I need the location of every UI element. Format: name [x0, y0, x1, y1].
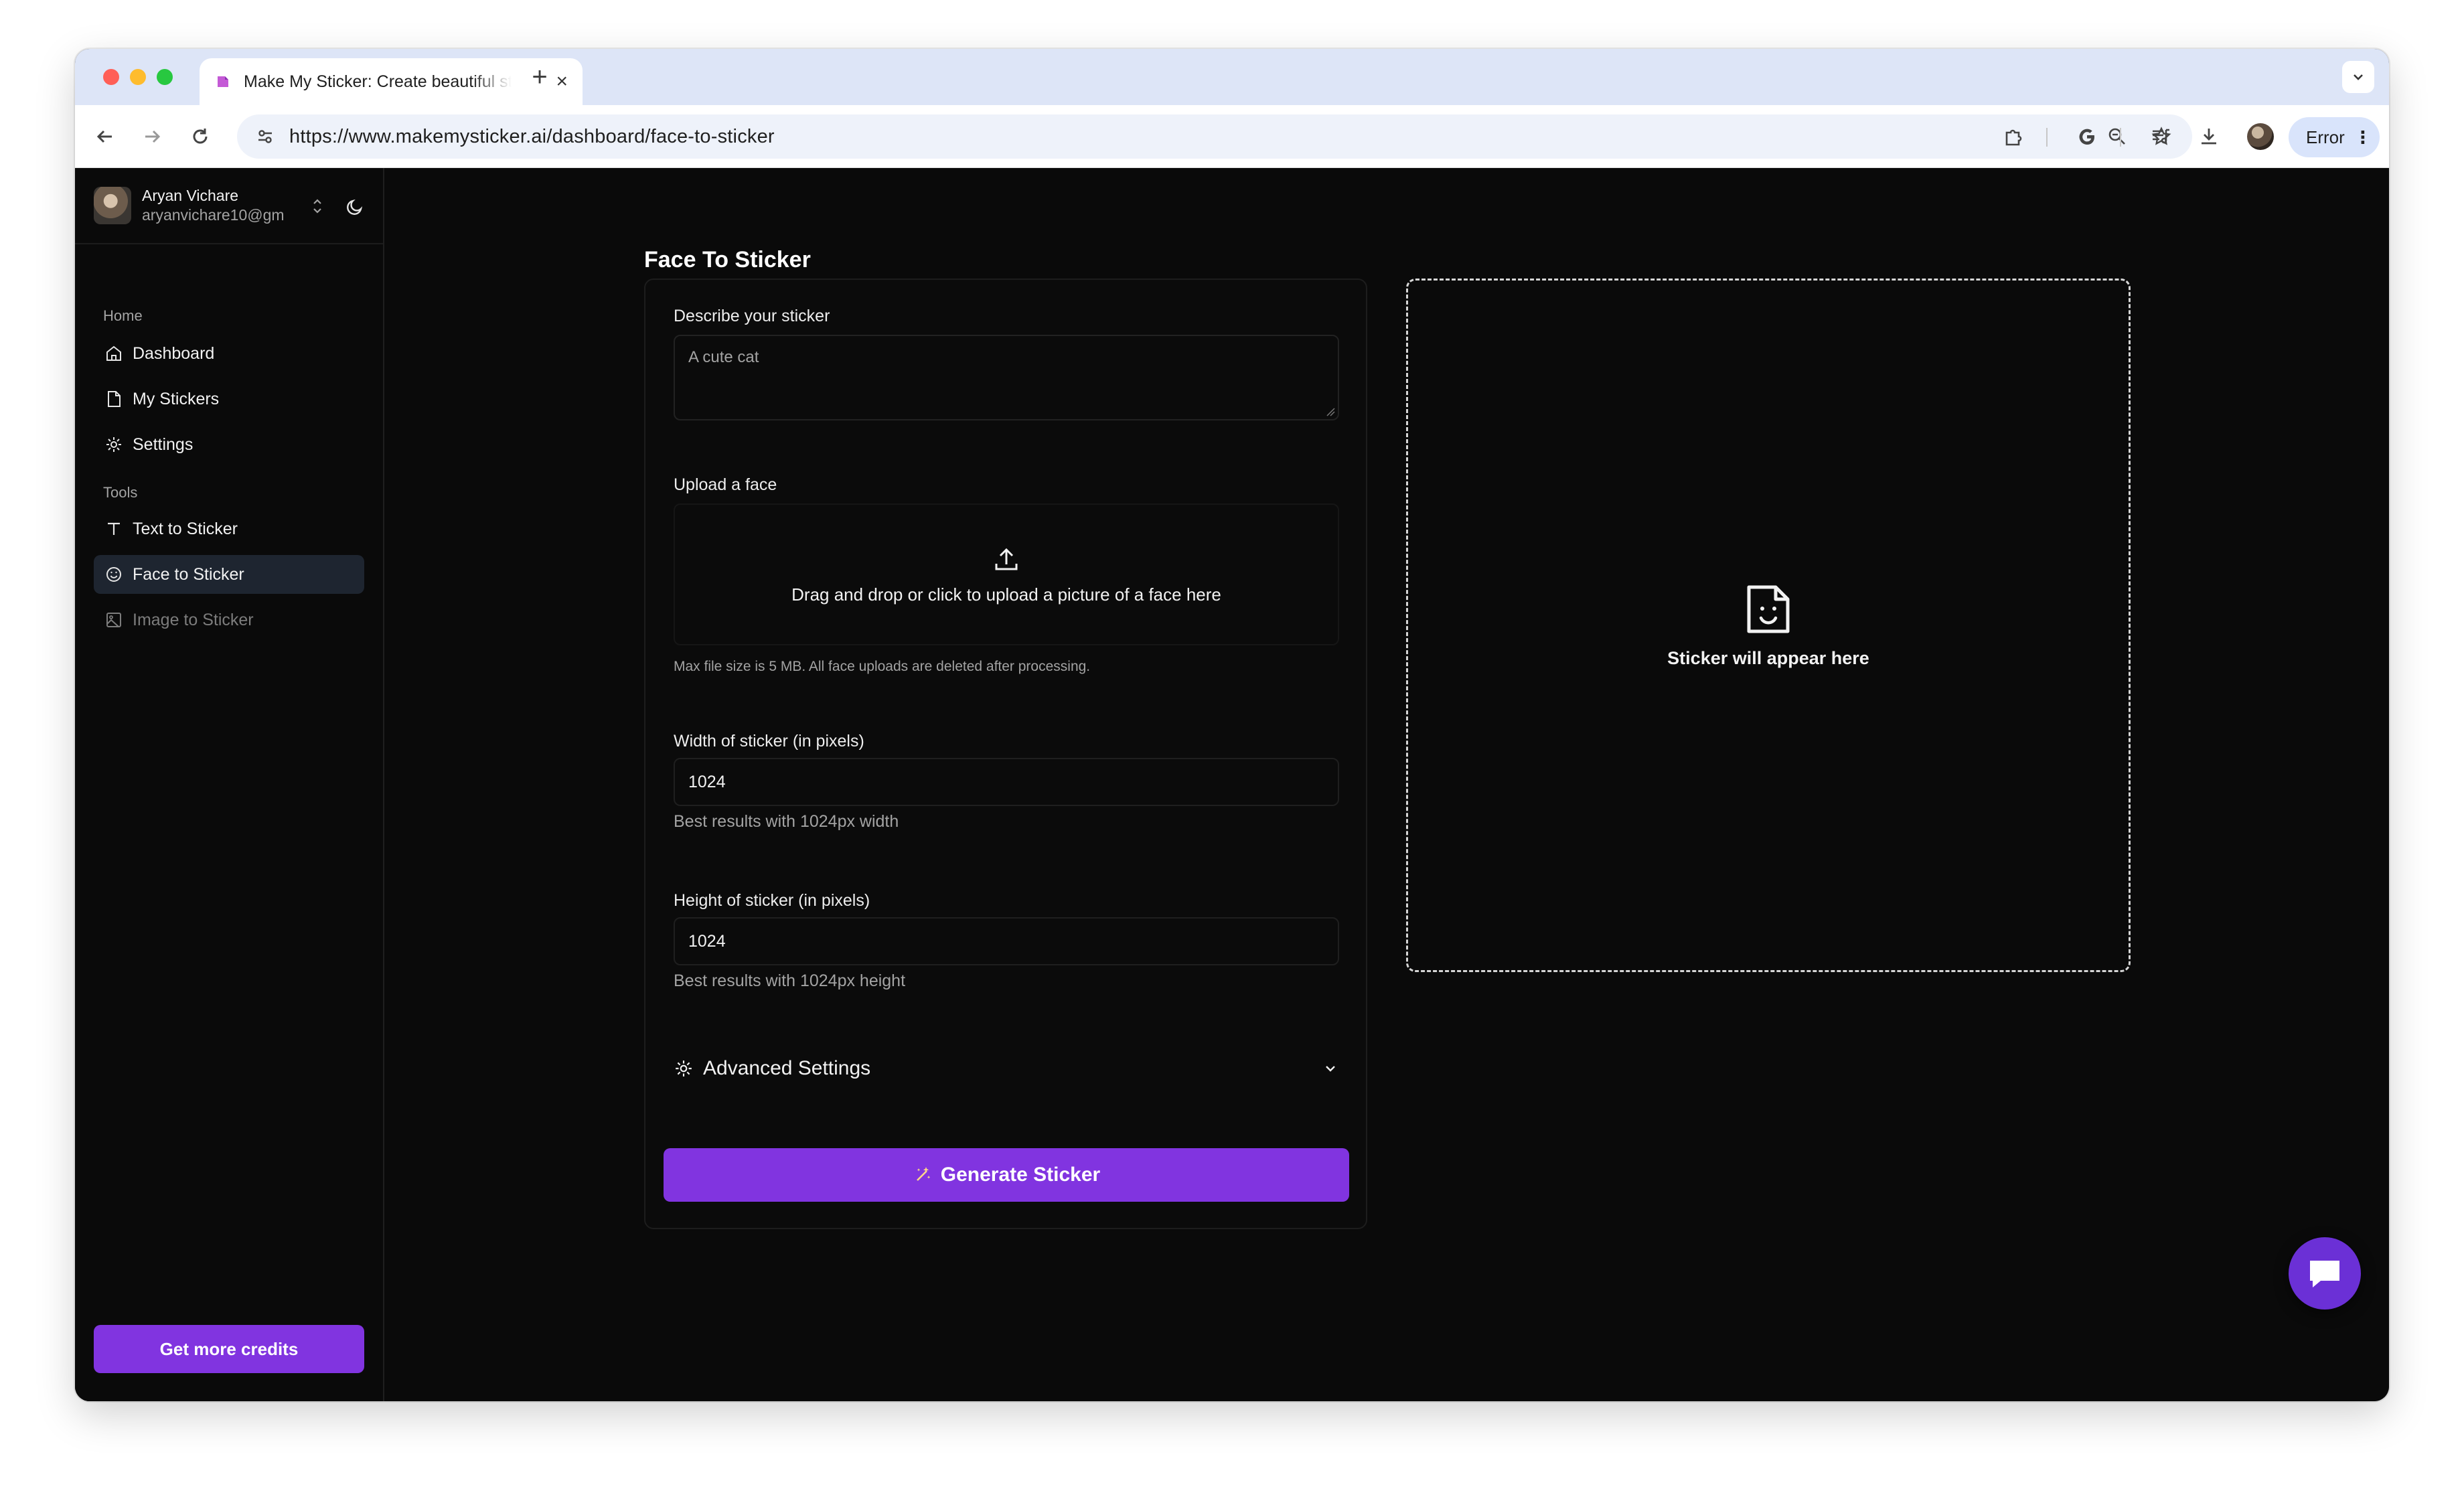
- sidebar-item-my-stickers[interactable]: My Stickers: [94, 380, 364, 418]
- reload-icon: [193, 129, 208, 144]
- height-input[interactable]: 1024: [674, 917, 1339, 965]
- profile-avatar[interactable]: [2247, 123, 2274, 150]
- google-g-icon[interactable]: [2072, 121, 2102, 152]
- chevron-down-icon: [1320, 1058, 1340, 1079]
- sticker-favicon-icon: [214, 73, 232, 90]
- smile-icon: [103, 564, 125, 585]
- text-icon: [103, 518, 125, 540]
- reading-list-icon[interactable]: [2145, 121, 2176, 152]
- sidebar-item-text-to-sticker[interactable]: Text to Sticker: [94, 509, 364, 548]
- width-label: Width of sticker (in pixels): [674, 732, 864, 750]
- gear-icon: [674, 1058, 694, 1079]
- moon-icon[interactable]: [343, 195, 367, 219]
- toolbar-separator: [2120, 128, 2121, 147]
- arrow-right-icon: [145, 130, 161, 143]
- profile-error-button[interactable]: Error ⋮: [2289, 117, 2380, 157]
- site-settings-icon[interactable]: [250, 122, 280, 151]
- sidebar-item-dashboard[interactable]: Dashboard: [94, 334, 364, 373]
- upload-icon: [991, 544, 1022, 575]
- download-icon[interactable]: [2193, 121, 2224, 152]
- url-text: https://www.makemysticker.ai/dashboard/f…: [289, 125, 775, 147]
- preview-placeholder-text: Sticker will appear here: [1667, 647, 1869, 668]
- toolbar-separator: [2046, 128, 2048, 147]
- upload-label: Upload a face: [674, 475, 777, 494]
- sidebar: Aryan Vichare aryanvichare10@gm Home Das…: [75, 168, 384, 1401]
- minimize-window-button[interactable]: [130, 69, 146, 85]
- width-value: 1024: [688, 772, 726, 791]
- user-switcher[interactable]: Aryan Vichare aryanvichare10@gm: [94, 183, 375, 228]
- sidebar-divider: [75, 243, 383, 244]
- gear-icon: [103, 434, 125, 455]
- home-icon: [103, 343, 125, 364]
- back-button[interactable]: [90, 121, 121, 152]
- chevrons-up-down-icon: [311, 196, 324, 217]
- sticker-preview-area: Sticker will appear here: [1406, 279, 2131, 972]
- arrow-left-icon: [96, 130, 112, 143]
- sidebar-item-label: Dashboard: [133, 343, 215, 363]
- sticker-form: Describe your sticker A cute cat Upload …: [644, 279, 1367, 1229]
- width-hint: Best results with 1024px width: [674, 812, 899, 831]
- user-email: aryanvichare10@gm: [142, 206, 285, 224]
- sidebar-item-settings[interactable]: Settings: [94, 425, 364, 464]
- sidebar-item-image-to-sticker: Image to Sticker: [94, 601, 364, 639]
- chevron-down-icon: [2354, 74, 2363, 80]
- sidebar-item-face-to-sticker[interactable]: Face to Sticker: [94, 555, 364, 594]
- chat-support-button[interactable]: [2289, 1237, 2361, 1310]
- zoom-icon[interactable]: [2102, 122, 2132, 151]
- page-title: Face To Sticker: [644, 247, 811, 272]
- height-label: Height of sticker (in pixels): [674, 891, 870, 910]
- new-tab-button[interactable]: +: [525, 62, 554, 92]
- more-vertical-icon: ⋮: [2354, 127, 2372, 147]
- user-name: Aryan Vichare: [142, 187, 239, 204]
- sticker-placeholder-icon: [1742, 582, 1795, 636]
- extensions-puzzle-icon[interactable]: [1998, 121, 2029, 152]
- advanced-settings-toggle[interactable]: Advanced Settings: [674, 1050, 1340, 1087]
- tab-close-icon[interactable]: ×: [556, 70, 568, 93]
- maximize-window-button[interactable]: [157, 69, 173, 85]
- group-label-tools: Tools: [103, 484, 138, 501]
- width-input[interactable]: 1024: [674, 758, 1339, 806]
- get-more-credits-button[interactable]: Get more credits: [94, 1325, 364, 1373]
- group-label-home: Home: [103, 307, 143, 324]
- sidebar-item-label: Face to Sticker: [133, 564, 244, 584]
- app-container: Aryan Vichare aryanvichare10@gm Home Das…: [75, 168, 2389, 1401]
- reload-button[interactable]: [185, 121, 216, 152]
- generate-sticker-label: Generate Sticker: [940, 1164, 1101, 1186]
- face-upload-dropzone[interactable]: Drag and drop or click to upload a pictu…: [674, 503, 1339, 645]
- upload-prompt: Drag and drop or click to upload a pictu…: [791, 584, 1221, 605]
- advanced-settings-label: Advanced Settings: [703, 1057, 871, 1079]
- generate-sticker-button[interactable]: Generate Sticker: [664, 1148, 1349, 1202]
- tab-title: Make My Sticker: Create beautiful sticke…: [244, 72, 512, 91]
- user-avatar: [94, 187, 131, 224]
- file-icon: [103, 388, 125, 410]
- upload-hint: Max file size is 5 MB. All face uploads …: [674, 659, 1091, 674]
- sidebar-item-label: Text to Sticker: [133, 519, 238, 538]
- resize-handle-icon: [1326, 408, 1335, 416]
- sidebar-item-label: Image to Sticker: [133, 610, 254, 629]
- browser-window: Make My Sticker: Create beautiful sticke…: [75, 49, 2389, 1401]
- image-icon: [103, 609, 125, 631]
- address-bar[interactable]: https://www.makemysticker.ai/dashboard/f…: [237, 114, 2192, 159]
- close-window-button[interactable]: [103, 69, 119, 85]
- tab-strip: Make My Sticker: Create beautiful sticke…: [75, 49, 2389, 105]
- height-hint: Best results with 1024px height: [674, 971, 906, 990]
- sidebar-item-label: My Stickers: [133, 389, 220, 408]
- sparkles-icon: [913, 1165, 933, 1185]
- describe-textarea[interactable]: A cute cat: [674, 335, 1339, 420]
- browser-toolbar: https://www.makemysticker.ai/dashboard/f…: [75, 105, 2389, 168]
- chat-bubble-icon: [2310, 1261, 2339, 1287]
- describe-placeholder: A cute cat: [688, 348, 759, 366]
- forward-button[interactable]: [137, 121, 167, 152]
- height-value: 1024: [688, 931, 726, 951]
- profile-error-label: Error: [2306, 127, 2345, 147]
- describe-label: Describe your sticker: [674, 307, 830, 325]
- sidebar-item-label: Settings: [133, 434, 194, 454]
- tab-search-button[interactable]: [2342, 61, 2374, 93]
